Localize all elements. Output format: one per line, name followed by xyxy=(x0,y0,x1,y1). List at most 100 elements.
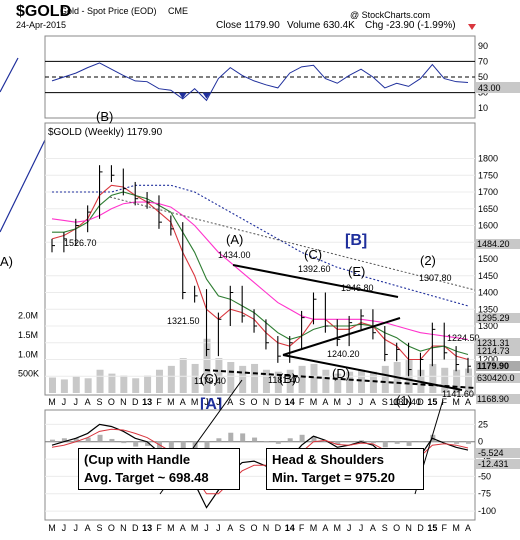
watermark: @ StockCharts.com xyxy=(350,10,430,20)
x-axis-label: O xyxy=(393,397,400,407)
x-axis-label: D xyxy=(275,397,282,407)
x-axis-label: A xyxy=(85,523,91,533)
left-trend-line-top xyxy=(0,57,19,93)
macd-histogram-bar xyxy=(299,434,305,442)
price-label: 1321.50 xyxy=(167,316,200,326)
macd-histogram-bar xyxy=(370,441,376,444)
callout-line: Min. Target = 975.20 xyxy=(272,470,395,485)
head-and-shoulders-callout: Head & Shoulders Min. Target = 975.20 xyxy=(266,448,424,490)
cup-with-handle-callout: (Cup with Handle Avg. Target ~ 698.48 xyxy=(78,448,240,490)
x-axis-label: F xyxy=(156,397,162,407)
x-axis-label: J xyxy=(216,523,221,533)
volume-bar xyxy=(49,377,56,393)
volume-bar xyxy=(120,375,128,393)
wave-label: (C) xyxy=(304,247,322,262)
volume-bar xyxy=(227,362,235,393)
x-axis-label: J xyxy=(62,397,67,407)
right-value-label: 1168.90 xyxy=(477,394,509,404)
volume-ticks: 2.0M 1.5M 1.0M 500K xyxy=(18,311,39,379)
x-axis-label: 14 xyxy=(285,397,295,407)
macd-histogram-bar xyxy=(228,432,234,442)
price-panel-title: $GOLD (Weekly) 1179.90 xyxy=(48,127,163,138)
x-axis-label: O xyxy=(393,523,400,533)
x-axis-label: J xyxy=(74,523,79,533)
macd-histogram-bar xyxy=(252,437,258,442)
volume-tick-label: 1.0M xyxy=(18,349,38,359)
price-tick-label: 1600 xyxy=(478,221,498,231)
right-value-label: 630420.0 xyxy=(477,373,515,383)
close-label: Close 1179.90 xyxy=(216,20,280,31)
x-axis-label: M xyxy=(334,397,342,407)
x-axis-label: 15 xyxy=(427,523,437,533)
x-axis-label: N xyxy=(263,397,270,407)
x-axis-label: J xyxy=(74,397,79,407)
price-label: 1392.60 xyxy=(298,264,331,274)
x-axis-label: A xyxy=(322,397,328,407)
macd-histogram-bar xyxy=(216,438,222,442)
macd-histogram-bar xyxy=(121,441,127,444)
volume-bar xyxy=(72,376,80,393)
x-axis-label: S xyxy=(97,523,103,533)
x-axis-label: N xyxy=(405,397,412,407)
left-wave-label: A) xyxy=(0,254,13,269)
x-axis-label: J xyxy=(359,397,364,407)
volume-tick-label: 500K xyxy=(18,369,39,379)
price-label: 1307.80 xyxy=(419,273,452,283)
x-axis-label: M xyxy=(191,523,199,533)
macd-histogram-bar xyxy=(50,439,55,442)
x-axis-label: J xyxy=(62,523,67,533)
boxed-wave-label: [B] xyxy=(345,232,367,249)
macd-histogram-bar xyxy=(275,441,281,444)
x-axis-label: J xyxy=(204,523,209,533)
price-tick-label: 1500 xyxy=(478,254,498,264)
price-label: 1526.70 xyxy=(64,238,97,248)
volume-bar xyxy=(239,365,247,393)
wave-label: (A) xyxy=(226,232,243,247)
volume-bar xyxy=(429,363,437,393)
x-axis-label: D xyxy=(417,523,424,533)
rsi-tick-label: 70 xyxy=(478,56,488,66)
x-axis-label: A xyxy=(180,523,186,533)
macd-histogram-bar xyxy=(97,434,103,442)
x-axis-label: J xyxy=(347,523,352,533)
x-axis-label: J xyxy=(216,397,221,407)
x-axis-label: F xyxy=(299,523,305,533)
macd-histogram-bar xyxy=(382,441,388,448)
down-arrow-icon xyxy=(468,24,476,30)
macd-tick-label: -75 xyxy=(478,489,491,499)
right-value-label: 1295.29 xyxy=(477,313,510,323)
x-axis-label: D xyxy=(417,397,424,407)
macd-histogram-bar xyxy=(418,441,424,442)
x-axis-label: J xyxy=(347,397,352,407)
macd-tick-label: 0 xyxy=(478,437,483,447)
x-axis-label: F xyxy=(441,523,447,533)
wave-label: (D) xyxy=(332,366,350,381)
x-axis-label: M xyxy=(191,397,199,407)
x-axis-label: O xyxy=(251,397,258,407)
right-value-label: 1179.90 xyxy=(477,361,509,371)
x-axis-label: A xyxy=(370,397,376,407)
volume-tick-label: 2.0M xyxy=(18,311,38,321)
price-label: 1434.00 xyxy=(218,250,251,260)
x-axis-label: N xyxy=(120,397,127,407)
volume-tick-label: 1.5M xyxy=(18,330,38,340)
x-axis-label: A xyxy=(85,397,91,407)
volume-bar xyxy=(60,379,68,393)
volume-bar xyxy=(381,365,389,393)
x-axis-label: A xyxy=(180,397,186,407)
rsi-tick-label: 50 xyxy=(478,72,488,82)
x-axis-label: 13 xyxy=(142,523,152,533)
macd-histogram-bar xyxy=(240,433,246,442)
volume-bar xyxy=(251,363,259,393)
x-axis-label: N xyxy=(405,523,412,533)
x-axis-label: M xyxy=(452,523,460,533)
volume-bar xyxy=(144,375,152,393)
price-tick-label: 1400 xyxy=(478,288,498,298)
x-axis-label: 15 xyxy=(427,397,437,407)
x-axis-label: N xyxy=(120,523,127,533)
x-axis-label: S xyxy=(239,397,245,407)
wave-label: (B) xyxy=(279,371,296,386)
exchange: CME xyxy=(168,6,188,16)
x-axis-label: S xyxy=(239,523,245,533)
x-axis-label: M xyxy=(310,523,318,533)
